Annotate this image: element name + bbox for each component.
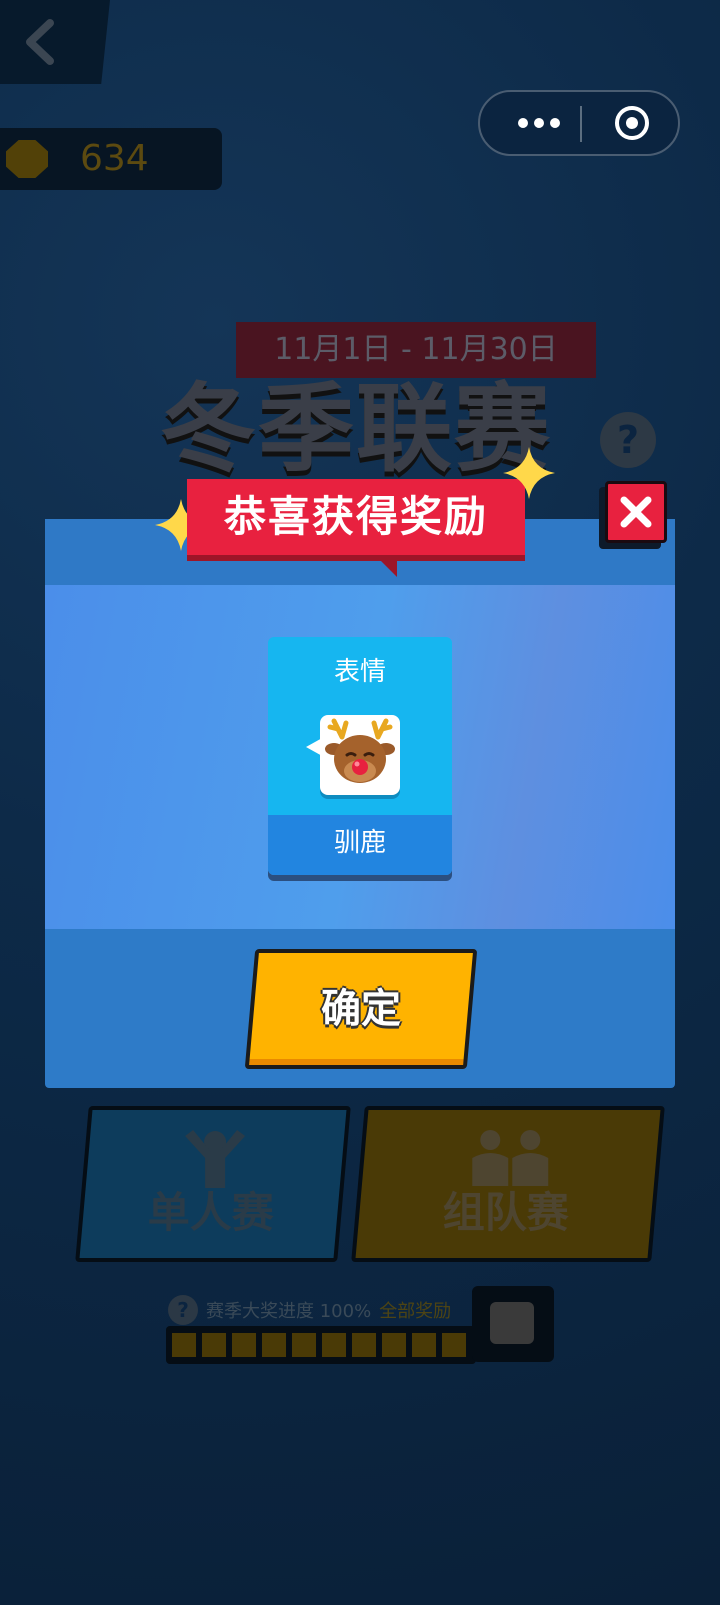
season-progress-bar [166, 1326, 476, 1364]
ribbon-tail [381, 561, 397, 577]
progress-segment [292, 1333, 316, 1357]
reward-title-ribbon: 恭喜获得奖励 [187, 479, 525, 561]
close-icon [620, 496, 652, 528]
progress-segment [202, 1333, 226, 1357]
reindeer-emoji-icon [325, 718, 395, 783]
more-dots-icon[interactable] [508, 110, 570, 136]
back-button[interactable] [0, 0, 110, 84]
reward-modal: 恭喜获得奖励 表情 驯鹿 确定 [45, 447, 675, 1088]
target-circle-icon[interactable] [614, 105, 650, 141]
team-mode-button[interactable]: 组队赛 [351, 1106, 665, 1262]
sparkle-icon [503, 447, 555, 499]
season-progress-row: ? 赛季大奖进度 100% 全部奖励 [168, 1290, 451, 1330]
progress-accent-text: 全部奖励 [379, 1301, 452, 1322]
grand-reward-slot[interactable] [472, 1286, 554, 1362]
close-button[interactable] [605, 481, 667, 543]
emoji-bubble [320, 715, 400, 795]
mini-program-capsule [478, 90, 680, 156]
team-mode-label: 组队赛 [442, 1188, 569, 1237]
confirm-button[interactable]: 确定 [244, 949, 478, 1069]
reward-type-label: 表情 [333, 657, 386, 687]
progress-segment [262, 1333, 286, 1357]
coin-bar: 634 [0, 128, 222, 190]
progress-segment [232, 1333, 256, 1357]
progress-segment [322, 1333, 346, 1357]
solo-mode-button[interactable]: 单人赛 [75, 1106, 351, 1262]
progress-text: 赛季大奖进度 100% [206, 1301, 372, 1322]
progress-segment [442, 1333, 466, 1357]
reward-card: 表情 驯鹿 [268, 637, 452, 875]
coin-icon [6, 140, 48, 178]
solo-mode-label: 单人赛 [147, 1188, 274, 1237]
progress-segment [172, 1333, 196, 1357]
progress-help-button[interactable]: ? [168, 1295, 198, 1325]
coin-count: 634 [80, 138, 149, 179]
back-arrow-icon [26, 19, 54, 65]
confirm-button-label: 确定 [321, 986, 401, 1032]
progress-segment [352, 1333, 376, 1357]
progress-segment [412, 1333, 436, 1357]
capsule-divider [580, 106, 582, 142]
reindeer-emoji-icon [490, 1302, 534, 1344]
progress-segment [382, 1333, 406, 1357]
reward-name: 驯鹿 [268, 815, 452, 875]
season-help-button[interactable]: ? [600, 412, 656, 468]
season-date-banner: 11月1日 - 11月30日 [236, 322, 596, 378]
reward-card-top: 表情 [268, 637, 452, 815]
